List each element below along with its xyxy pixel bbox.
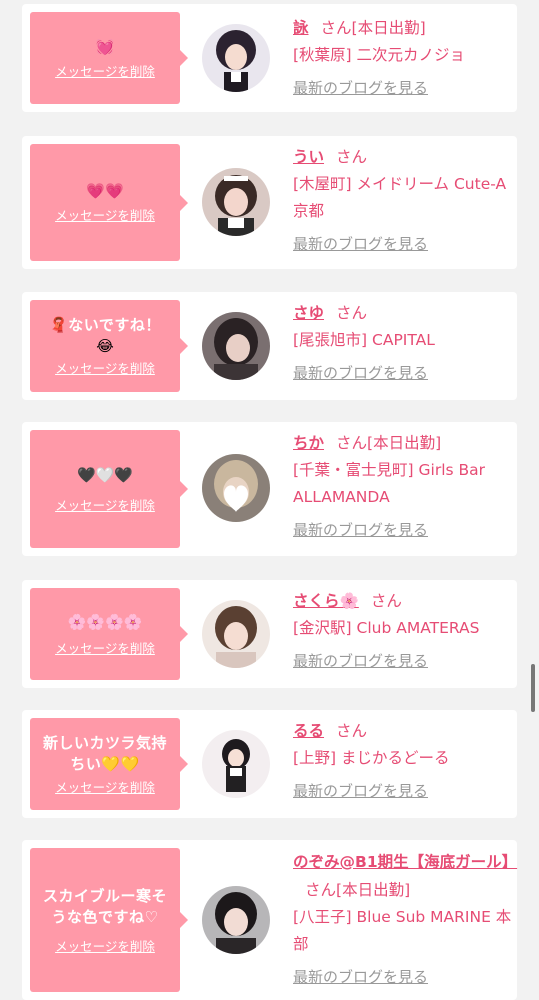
message-bubble: 新しいカツラ気持ちい💛💛 メッセージを削除 [30,718,188,810]
cast-info: 詠さん[本日出勤] [秋葉原] 二次元カノジョ 最新のブログを見る [293,14,513,102]
shop-name: [八王子] Blue Sub MARINE 本部 [293,908,512,953]
shop-name: [金沢駅] Club AMATERAS [293,619,480,637]
scrollbar[interactable] [531,664,535,712]
message-card: 💓 メッセージを削除 詠さん[本日出勤] [秋葉原] 二次元カノジョ 最新のブロ… [22,4,517,112]
cast-info: さくら🌸 さん [金沢駅] Club AMATERAS 最新のブログを見る [293,587,513,675]
latest-blog-link[interactable]: 最新のブログを見る [293,647,428,675]
message-card: 新しいカツラ気持ちい💛💛 メッセージを削除 るる さん [上野] まじかるどーる … [22,710,517,818]
delete-message-link[interactable]: メッセージを削除 [55,358,155,377]
avatar[interactable] [202,168,270,236]
message-bubble: 🌸🌸🌸🌸 メッセージを削除 [30,588,188,680]
delete-message-link[interactable]: メッセージを削除 [55,495,155,514]
avatar[interactable] [202,730,270,798]
cast-info: うい さん [木屋町] メイドリーム Cute-A 京都 最新のブログを見る [293,143,513,258]
honorific: さん [336,722,368,740]
honorific: さん [336,434,368,452]
message-card: 🧣ないですね！ 😂 メッセージを削除 さゆ さん [尾張旭市] CAPITAL 最… [22,292,517,400]
status-label: [本日出勤] [367,434,442,452]
honorific: さん [320,19,352,37]
shop-name: [上野] まじかるどーる [293,749,450,767]
message-text: スカイブルー寒そうな色ですね♡ [42,886,167,926]
delete-message-link[interactable]: メッセージを削除 [55,61,155,80]
message-card: 💗💗 メッセージを削除 うい さん [木屋町] メイドリーム Cute-A 京都 … [22,136,517,269]
delete-message-link[interactable]: メッセージを削除 [55,638,155,657]
message-emoji: 😂 [96,337,114,355]
shop-name: [木屋町] メイドリーム Cute-A 京都 [293,175,507,220]
shop-name: [千葉・富士見町] Girls Bar ALLAMANDA [293,461,486,506]
cast-name-link[interactable]: さくら🌸 [293,592,359,610]
avatar[interactable] [202,24,270,92]
honorific: さん [336,304,368,322]
cast-name-link[interactable]: さゆ [293,304,324,322]
latest-blog-link[interactable]: 最新のブログを見る [293,963,428,991]
cast-info: さゆ さん [尾張旭市] CAPITAL 最新のブログを見る [293,299,513,387]
message-card: 🌸🌸🌸🌸 メッセージを削除 さくら🌸 さん [金沢駅] Club AMATERAS… [22,580,517,688]
honorific: さん [305,881,337,899]
message-text: 新しいカツラ気持ちい💛💛 [42,733,167,773]
shop-name: [尾張旭市] CAPITAL [293,331,435,349]
message-bubble: スカイブルー寒そうな色ですね♡ メッセージを削除 [30,848,188,992]
latest-blog-link[interactable]: 最新のブログを見る [293,516,428,544]
message-bubble: 🖤🤍🖤 メッセージを削除 [30,430,188,548]
status-label: [本日出勤] [351,19,426,37]
message-emoji: 💗💗 [86,182,124,200]
message-emoji: 🌸🌸🌸🌸 [67,612,143,631]
latest-blog-link[interactable]: 最新のブログを見る [293,777,428,805]
latest-blog-link[interactable]: 最新のブログを見る [293,359,428,387]
message-bubble: 🧣ないですね！ 😂 メッセージを削除 [30,300,188,392]
message-bubble: 💗💗 メッセージを削除 [30,144,188,261]
cast-name-link[interactable]: るる [293,722,324,740]
cast-name-link[interactable]: のぞみ@B1期生【海底ガール】 [293,853,517,871]
avatar[interactable] [202,454,270,522]
shop-name: [秋葉原] 二次元カノジョ [293,46,466,64]
honorific: さん [370,592,402,610]
message-emoji: 💓 [95,37,115,56]
cast-name-link[interactable]: ちか [293,434,324,452]
delete-message-link[interactable]: メッセージを削除 [55,777,155,796]
latest-blog-link[interactable]: 最新のブログを見る [293,74,428,102]
message-text: 🧣ないですね！ [49,316,161,334]
avatar[interactable] [202,600,270,668]
cast-name-link[interactable]: うい [293,148,324,166]
message-bubble: 💓 メッセージを削除 [30,12,188,104]
avatar[interactable] [202,886,270,954]
status-label: [本日出勤] [336,881,411,899]
cast-name-link[interactable]: 詠 [293,19,309,37]
message-emoji: 🖤🤍🖤 [76,465,134,484]
cast-info: ちか さん[本日出勤] [千葉・富士見町] Girls Bar ALLAMANDA… [293,429,513,544]
message-card: 🖤🤍🖤 メッセージを削除 ちか さん[本日出勤] [千葉・富士見町] Girls … [22,422,517,556]
cast-info: るる さん [上野] まじかるどーる 最新のブログを見る [293,717,513,805]
message-card: スカイブルー寒そうな色ですね♡ メッセージを削除 のぞみ@B1期生【海底ガール】… [22,840,517,1000]
delete-message-link[interactable]: メッセージを削除 [55,205,155,224]
latest-blog-link[interactable]: 最新のブログを見る [293,230,428,258]
avatar[interactable] [202,312,270,380]
delete-message-link[interactable]: メッセージを削除 [55,936,155,955]
cast-info: のぞみ@B1期生【海底ガール】さん[本日出勤] [八王子] Blue Sub M… [293,848,517,991]
honorific: さん [336,148,368,166]
